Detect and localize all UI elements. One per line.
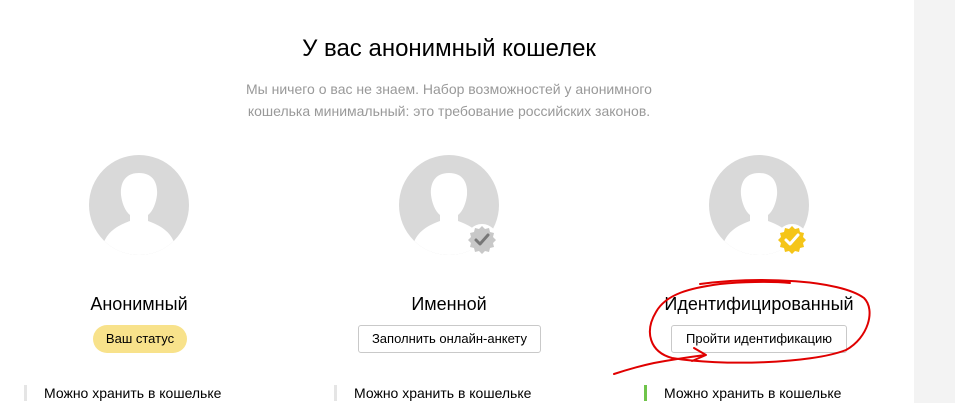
pass-identification-button[interactable]: Пройти идентификацию [671, 325, 847, 353]
gray-check-seal-icon [466, 224, 498, 256]
feature-indicator [644, 385, 647, 401]
feature-label: Можно хранить в кошельке [664, 385, 842, 401]
status-title: Анонимный [90, 294, 188, 314]
page-subtitle: Мы ничего о вас не знаем. Набор возможно… [224, 78, 674, 122]
feature-label: Можно хранить в кошельке [354, 385, 532, 401]
subtitle-line-1: Мы ничего о вас не знаем. Набор возможно… [246, 81, 652, 97]
wallet-status-page: У вас анонимный кошелек Мы ничего о вас … [0, 0, 955, 403]
avatar-anonymous [89, 155, 189, 255]
feature-indicator [334, 385, 337, 401]
feature-item: Можно хранить в кошельке [644, 383, 874, 403]
page-gutter [914, 0, 955, 403]
yellow-check-seal-icon [776, 224, 808, 256]
feature-label: Можно хранить в кошельке [44, 385, 222, 401]
fill-online-form-button[interactable]: Заполнить онлайн-анкету [358, 325, 541, 353]
feature-item: Можно хранить в кошельке [334, 383, 564, 403]
subtitle-line-2: кошелька минимальный: это требование рос… [247, 103, 651, 119]
status-title: Идентифицированный [664, 294, 854, 314]
user-silhouette-icon [89, 155, 189, 255]
page-title: У вас анонимный кошелек [302, 35, 596, 62]
status-title: Именной [411, 294, 487, 314]
current-status-badge: Ваш статус [93, 325, 187, 353]
avatar-named [399, 155, 499, 256]
avatar-identified [709, 155, 809, 256]
feature-indicator [24, 385, 27, 401]
annotation-arrow-shaft [613, 354, 706, 375]
feature-item: Можно хранить в кошельке [24, 383, 254, 403]
